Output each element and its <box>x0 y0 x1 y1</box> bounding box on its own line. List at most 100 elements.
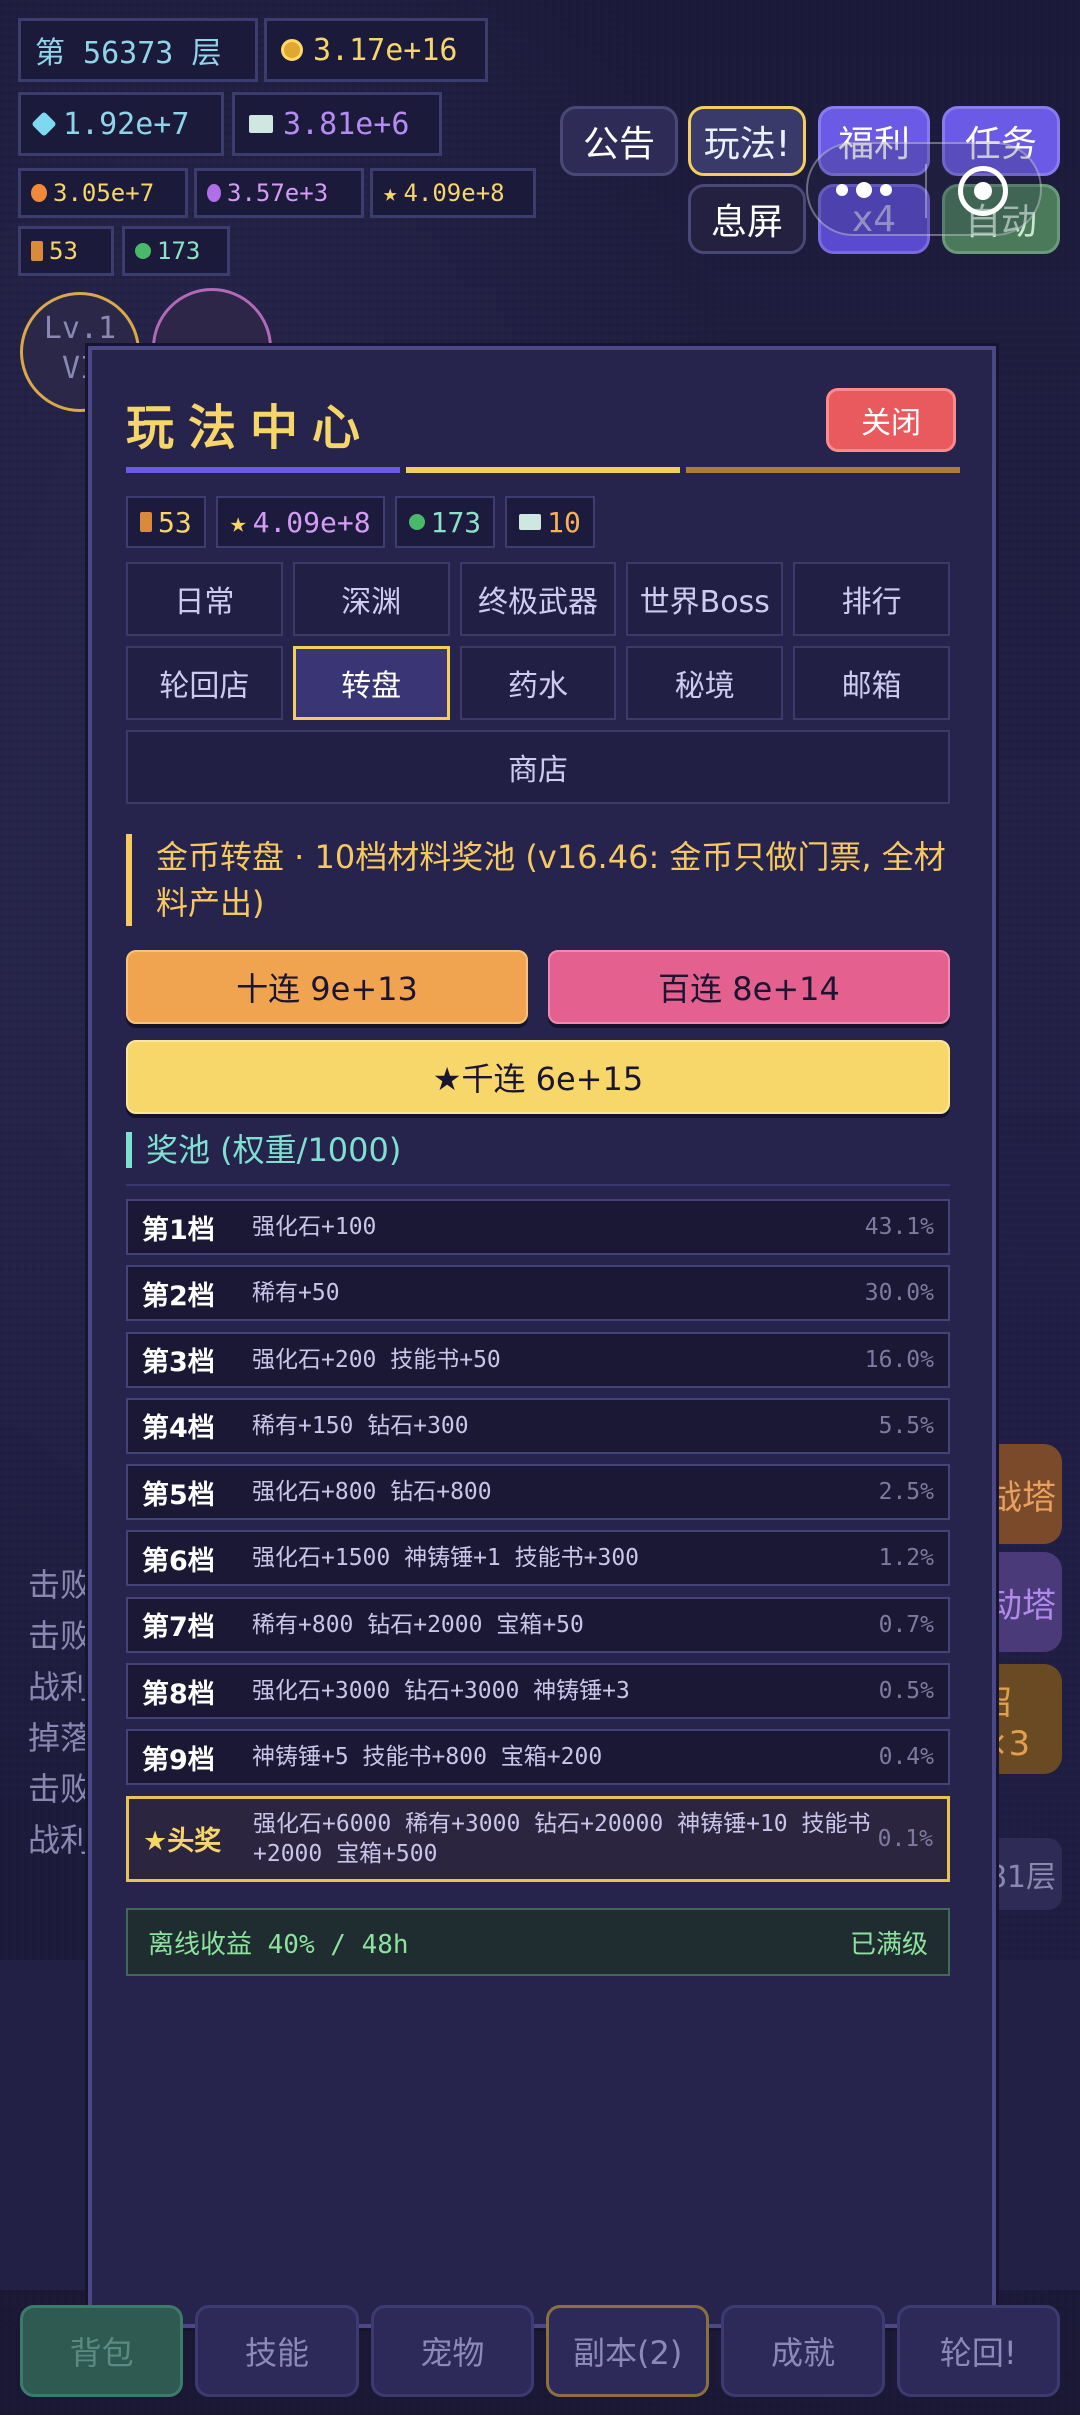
potion-value: 3.57e+3 <box>227 179 329 207</box>
pool-divider <box>126 1184 950 1186</box>
title-underline <box>126 467 960 473</box>
chip-gem: 173 <box>394 496 496 548</box>
diamond-value: 1.92e+7 <box>63 106 190 142</box>
more-menu-icon[interactable] <box>836 180 896 200</box>
gem-counter: 173 <box>122 226 230 276</box>
pool-row: 第8档 强化石+3000 钻石+3000 神铸锤+3 0.5% <box>126 1663 950 1720</box>
log-line: 击败 <box>28 1566 93 1604</box>
spin-hundred-button[interactable]: 百连 8e+14 <box>548 950 950 1024</box>
star-counter: ★ 4.09e+8 <box>370 168 536 218</box>
pool-percent: 0.4% <box>878 1744 934 1771</box>
tab-ultimate-weapon[interactable]: 终极武器 <box>459 562 617 636</box>
pool-percent: 30.0% <box>864 1280 934 1307</box>
spin-ten-button[interactable]: 十连 9e+13 <box>126 950 528 1024</box>
medal-icon <box>140 512 152 532</box>
tab-potion[interactable]: 药水 <box>459 646 617 720</box>
log-line: 击败 <box>28 1770 93 1808</box>
pool-reward: 强化石+800 钻石+800 <box>252 1479 492 1506</box>
pool-tier: 第3档 <box>142 1347 215 1379</box>
pool-percent: 43.1% <box>864 1214 934 1240</box>
pool-row: 第9档 神铸锤+5 技能书+800 宝箱+200 0.4% <box>126 1729 950 1786</box>
diamond-icon <box>31 111 57 137</box>
log-line: 战利 <box>28 1821 93 1859</box>
pool-percent: 0.5% <box>878 1678 934 1705</box>
fire-counter: 3.05e+7 <box>18 168 188 218</box>
medal-value: 53 <box>49 237 78 265</box>
pool-row: 第2档 稀有+50 30.0% <box>126 1265 950 1322</box>
gold-value: 3.17e+16 <box>313 32 458 68</box>
nav-bag[interactable]: 背包 <box>20 2305 184 2397</box>
nav-dungeon[interactable]: 副本(2) <box>545 2305 710 2397</box>
tower2-label: 动塔 <box>988 1585 1056 1626</box>
pool-row: 第3档 强化石+200 技能书+50 16.0% <box>126 1331 950 1388</box>
pool-tier: 第4档 <box>142 1413 215 1445</box>
play-label: 玩法! <box>703 124 791 165</box>
chip-ticket: 10 <box>505 496 595 548</box>
nav-skills[interactable]: 技能 <box>195 2305 359 2397</box>
tab-wheel[interactable]: 转盘 <box>292 646 450 720</box>
tab-abyss[interactable]: 深渊 <box>292 562 450 636</box>
play-center-panel: 玩法中心 关闭 53 ★ 4.09e+8 173 10 日常 深渊 终极武器 世… <box>88 346 996 2328</box>
offline-income-bar: 离线收益 40% / 48h 已满级 <box>126 1908 950 1976</box>
pool-reward: 强化石+3000 钻石+3000 神铸锤+3 <box>252 1678 630 1705</box>
screen-off-button[interactable]: 息屏 <box>688 184 806 254</box>
notice-button[interactable]: 公告 <box>560 106 678 176</box>
pool-percent: 2.5% <box>878 1479 934 1506</box>
resource-chips: 53 ★ 4.09e+8 173 10 <box>126 496 595 548</box>
pool-tier: 第7档 <box>142 1612 215 1644</box>
gold-coin-icon <box>281 39 303 61</box>
gem-icon <box>408 514 425 530</box>
pool-row: 第4档 稀有+150 钻石+300 5.5% <box>126 1397 950 1454</box>
spin-thousand-button[interactable]: ★千连 6e+15 <box>126 1040 950 1114</box>
pool-tier: 第5档 <box>142 1479 215 1511</box>
pool-reward: 强化石+200 技能书+50 <box>252 1346 501 1373</box>
medal-counter: 53 <box>18 226 114 276</box>
nav-reincarnation[interactable]: 轮回! <box>896 2305 1060 2397</box>
prize-pool-list: 第1档 强化石+100 43.1% 第2档 稀有+50 30.0% 第3档 强化石+200… <box>126 1199 950 1892</box>
fire-value: 3.05e+7 <box>53 179 155 207</box>
floor-counter: 第 56373 层 <box>18 18 258 82</box>
ticket-value: 3.81e+6 <box>283 106 410 142</box>
pool-reward: 稀有+50 <box>252 1280 340 1307</box>
tab-world-boss[interactable]: 世界Boss <box>626 562 784 636</box>
floor-label: 第 56373 层 <box>35 36 222 71</box>
star-value: 4.09e+8 <box>403 179 505 207</box>
grand-percent: 0.1% <box>877 1825 933 1852</box>
chip-medal: 53 <box>126 496 206 548</box>
chip-ticket-value: 10 <box>547 505 581 539</box>
bottom-nav: 背包 技能 宠物 副本(2) 成就 轮回! <box>20 2305 1060 2397</box>
medal-icon <box>31 241 43 261</box>
log-line: 战利 <box>28 1668 93 1706</box>
pool-tier: 第9档 <box>142 1744 215 1776</box>
potion-icon <box>207 184 221 202</box>
tab-daily[interactable]: 日常 <box>126 562 283 636</box>
play-button[interactable]: 玩法! <box>688 106 806 176</box>
pool-reward: 强化石+1500 神铸锤+1 技能书+300 <box>252 1545 640 1572</box>
nav-pets[interactable]: 宠物 <box>370 2305 534 2397</box>
side-log: 击败 击败 战利 掉落 击败 战利 <box>28 1560 92 1866</box>
tab-reincarnation-shop[interactable]: 轮回店 <box>126 646 283 720</box>
chip-medal-value: 53 <box>158 505 192 539</box>
pool-reward: 神铸锤+5 技能书+800 宝箱+200 <box>252 1744 603 1771</box>
nav-achievements[interactable]: 成就 <box>721 2305 885 2397</box>
tab-secret-realm[interactable]: 秘境 <box>626 646 784 720</box>
gem-value: 173 <box>157 237 201 265</box>
screen-off-label: 息屏 <box>710 202 783 243</box>
pool-reward: 稀有+800 钻石+2000 宝箱+50 <box>252 1611 584 1638</box>
gem-icon <box>135 243 151 259</box>
close-button[interactable]: 关闭 <box>826 388 956 452</box>
tab-mailbox[interactable]: 邮箱 <box>793 646 950 720</box>
pool-row: 第7档 稀有+800 钻石+2000 宝箱+50 0.7% <box>126 1596 950 1653</box>
tab-ranking[interactable]: 排行 <box>793 562 950 636</box>
star-icon: ★ <box>229 505 247 539</box>
chip-gem-value: 173 <box>430 505 482 539</box>
log-line: 击败 <box>28 1617 93 1655</box>
offline-income-label: 离线收益 40% / 48h <box>148 1929 409 1960</box>
pool-tier: 第2档 <box>142 1280 215 1312</box>
ticket-counter: 3.81e+6 <box>232 92 442 156</box>
pool-percent: 16.0% <box>864 1346 934 1373</box>
floor-button-label: 81层 <box>987 1860 1056 1895</box>
close-miniprogram-icon[interactable] <box>958 166 1008 216</box>
tab-shop[interactable]: 商店 <box>126 730 950 804</box>
miniprogram-capsule <box>806 142 1042 236</box>
